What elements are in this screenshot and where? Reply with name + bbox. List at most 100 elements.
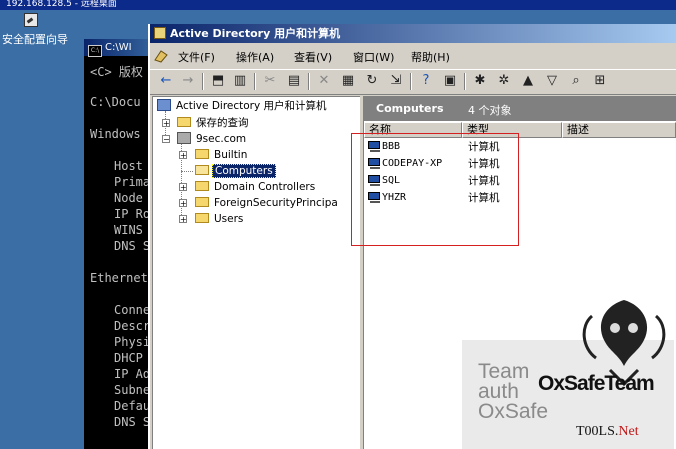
tree-item-users[interactable]: Users bbox=[195, 212, 245, 226]
expand-icon[interactable]: + bbox=[162, 119, 170, 128]
shortcut-icon[interactable] bbox=[24, 13, 38, 27]
column-header-type[interactable]: 类型 bbox=[462, 122, 562, 138]
open-folder-icon bbox=[195, 165, 209, 175]
watermark-site-suffix: Net bbox=[618, 424, 639, 439]
back-arrow-icon[interactable]: ← bbox=[158, 73, 174, 89]
up-folder-icon[interactable]: ⬒ bbox=[210, 73, 226, 89]
list-item[interactable]: CODEPAY-XP 计算机 bbox=[364, 156, 564, 172]
new-ou-icon[interactable]: ▲ bbox=[520, 73, 536, 89]
window-titlebar[interactable]: Active Directory 用户和计算机 bbox=[150, 24, 676, 43]
help-icon[interactable]: ? bbox=[418, 73, 434, 89]
forward-arrow-icon[interactable]: → bbox=[180, 73, 196, 89]
export-list-icon[interactable]: ⇲ bbox=[388, 73, 404, 89]
computer-type: 计算机 bbox=[468, 175, 500, 187]
menu-file[interactable]: 文件(F) bbox=[178, 49, 215, 65]
watermark-brand: OxSafeTeam bbox=[538, 372, 655, 395]
console-line: Windows bbox=[90, 127, 141, 141]
tree-item-saved-queries[interactable]: 保存的查询 bbox=[177, 116, 251, 130]
command-prompt-title: C:\WI bbox=[105, 42, 132, 53]
add-to-group-icon[interactable]: ⊞ bbox=[592, 73, 608, 89]
computer-icon bbox=[368, 141, 381, 152]
domain-icon bbox=[177, 132, 191, 144]
mmc-app-icon bbox=[154, 27, 166, 39]
details-header: Computers 4 个对象 bbox=[364, 97, 676, 121]
tree-item-domain-controllers[interactable]: Domain Controllers bbox=[195, 180, 317, 194]
remote-desktop-title: 192.168.128.5 - 远程桌面 bbox=[6, 0, 117, 9]
remote-desktop-titlebar[interactable]: 192.168.128.5 - 远程桌面 bbox=[0, 0, 676, 10]
console-line: Prima bbox=[114, 175, 151, 189]
console-line: Physi bbox=[114, 335, 151, 349]
window-title: Active Directory 用户和计算机 bbox=[170, 27, 341, 40]
toolbar-separator bbox=[410, 73, 412, 90]
menu-window[interactable]: 窗口(W) bbox=[353, 49, 394, 65]
folder-icon bbox=[195, 181, 209, 191]
filter-icon[interactable]: ▽ bbox=[544, 73, 560, 89]
toolbar: ← → ⬒ ▥ ✂ ▤ ✕ ▦ ↻ ⇲ ? ▣ ✱ ✲ ▲ ▽ ⌕ ⊞ bbox=[150, 69, 676, 95]
tree-item-label: ForeignSecurityPrincipa bbox=[214, 197, 338, 209]
console-line: DNS S bbox=[114, 239, 151, 253]
new-group-icon[interactable]: ✲ bbox=[496, 73, 512, 89]
expand-icon[interactable]: + bbox=[179, 151, 187, 160]
tree-item-label: Builtin bbox=[214, 149, 248, 161]
computer-name: BBB bbox=[382, 141, 401, 152]
collapse-icon[interactable]: − bbox=[162, 135, 170, 144]
refresh-icon[interactable]: ↻ bbox=[364, 73, 380, 89]
computer-type: 计算机 bbox=[468, 158, 500, 170]
console-line: IP Ad bbox=[114, 367, 151, 381]
tree-root[interactable]: Active Directory 用户和计算机 bbox=[157, 99, 329, 113]
tree-item-domain[interactable]: 9sec.com bbox=[177, 132, 248, 146]
desktop-icon-label[interactable]: 安全配置向导 bbox=[2, 31, 68, 47]
computer-type: 计算机 bbox=[468, 192, 500, 204]
tree-item-foreign-security-principals[interactable]: ForeignSecurityPrincipa bbox=[195, 196, 340, 210]
menu-action[interactable]: 操作(A) bbox=[236, 49, 274, 65]
new-user-icon[interactable]: ✱ bbox=[472, 73, 488, 89]
console-line: DHCP bbox=[114, 351, 143, 365]
console-tree[interactable]: Active Directory 用户和计算机 + 保存的查询 − 9sec.c… bbox=[152, 96, 360, 449]
console-pane-icon[interactable]: ▣ bbox=[442, 73, 458, 89]
container-name: Computers bbox=[376, 102, 444, 115]
console-line: Descr bbox=[114, 319, 151, 333]
tree-item-computers[interactable]: Computers bbox=[195, 164, 276, 178]
tree-item-label: 9sec.com bbox=[196, 133, 247, 145]
computer-name: CODEPAY-XP bbox=[382, 158, 443, 169]
tree-root-label: Active Directory 用户和计算机 bbox=[176, 100, 327, 112]
console-line: <C> 版权 bbox=[90, 65, 143, 79]
menu-view[interactable]: 查看(V) bbox=[294, 49, 332, 65]
console-line: IP Ro bbox=[114, 207, 151, 221]
expand-icon[interactable]: + bbox=[179, 183, 187, 192]
toolbar-separator bbox=[464, 73, 466, 90]
console-line: Subne bbox=[114, 383, 151, 397]
paste-icon[interactable]: ▤ bbox=[286, 73, 302, 89]
computer-name: SQL bbox=[382, 175, 401, 186]
console-line: C:\Docu bbox=[90, 95, 141, 109]
computer-type: 计算机 bbox=[468, 141, 500, 153]
object-count: 4 个对象 bbox=[468, 104, 512, 117]
list-item[interactable]: YHZR 计算机 bbox=[364, 190, 564, 206]
folder-icon bbox=[195, 149, 209, 159]
console-icon: C:\ bbox=[88, 45, 102, 57]
tree-item-label: Domain Controllers bbox=[214, 181, 316, 193]
list-item[interactable]: BBB 计算机 bbox=[364, 139, 564, 155]
properties-icon[interactable]: ▦ bbox=[340, 73, 356, 89]
expand-icon[interactable]: + bbox=[179, 215, 187, 224]
expand-icon[interactable]: + bbox=[179, 199, 187, 208]
console-line: Conne bbox=[114, 303, 151, 317]
tree-item-builtin[interactable]: Builtin bbox=[195, 148, 249, 162]
folder-icon bbox=[177, 117, 191, 127]
menu-help[interactable]: 帮助(H) bbox=[411, 49, 450, 65]
column-header-description[interactable]: 描述 bbox=[562, 122, 676, 138]
show-tree-icon[interactable]: ▥ bbox=[232, 73, 248, 89]
watermark-line: OxSafe bbox=[478, 400, 549, 423]
computer-name: YHZR bbox=[382, 192, 407, 203]
column-header-name[interactable]: 名称 bbox=[364, 122, 462, 138]
console-line: Node bbox=[114, 191, 143, 205]
cut-icon[interactable]: ✂ bbox=[262, 73, 278, 89]
delete-icon[interactable]: ✕ bbox=[316, 73, 332, 89]
find-icon[interactable]: ⌕ bbox=[568, 73, 584, 89]
folder-icon bbox=[195, 213, 209, 223]
watermark-site: T00LS.Net bbox=[576, 424, 639, 440]
folder-icon bbox=[195, 197, 209, 207]
tree-item-label: Users bbox=[214, 213, 244, 225]
list-item[interactable]: SQL 计算机 bbox=[364, 173, 564, 189]
tree-item-label: 保存的查询 bbox=[196, 117, 249, 129]
